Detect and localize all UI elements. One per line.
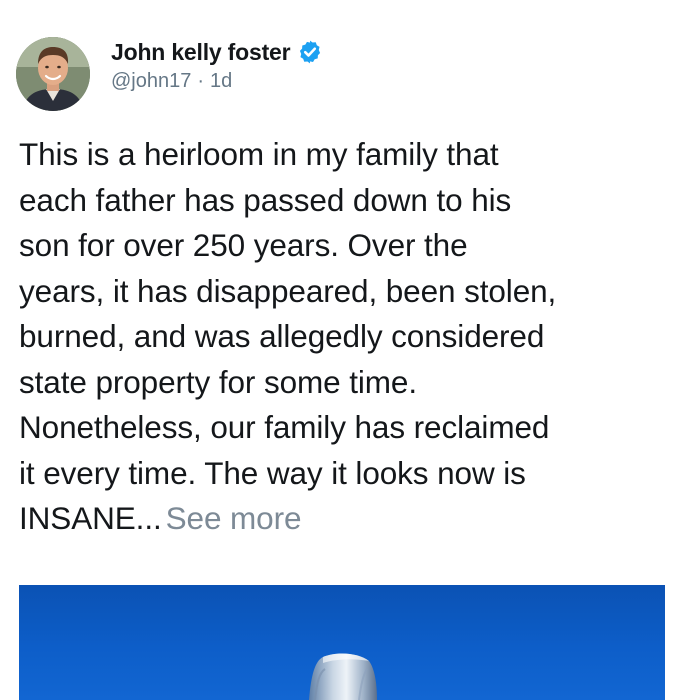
profile-photo-icon xyxy=(16,37,90,111)
tweet-body: This is a heirloom in my family that eac… xyxy=(19,132,694,542)
avatar[interactable] xyxy=(16,37,90,111)
author-handle[interactable]: @john17 xyxy=(111,70,191,93)
meta-separator: · xyxy=(197,70,205,92)
tweet-card[interactable]: John kelly foster @john17 · 1d This is a… xyxy=(0,0,700,700)
tweet-text-line: INSANE... xyxy=(19,500,162,536)
tweet-text-line: each father has passed down to his xyxy=(19,181,512,218)
photo-media-icon xyxy=(309,653,377,700)
author-display-name[interactable]: John kelly foster xyxy=(111,39,291,66)
tweet-text-line: Nonetheless, our family has reclaimed xyxy=(19,409,550,445)
verified-badge-icon xyxy=(297,39,323,65)
tweet-text-line: This is a heirloom in my family that xyxy=(19,136,499,172)
tweet-media-image[interactable] xyxy=(19,585,665,700)
tweet-text-line: it every time. The way it looks now is xyxy=(19,454,526,491)
see-more-link[interactable]: See more xyxy=(166,500,302,536)
tweet-text-line: years, it has disappeared, been stolen, xyxy=(19,272,557,309)
tweet-text-line: state property for some time. xyxy=(19,363,418,400)
tweet-header: John kelly foster @john17 · 1d xyxy=(111,37,323,93)
tweet-meta: @john17 · 1d xyxy=(111,70,323,93)
tweet-text-line: burned, and was allegedly considered xyxy=(19,318,545,354)
name-row: John kelly foster xyxy=(111,37,323,67)
tweet-timestamp[interactable]: 1d xyxy=(210,70,232,93)
tweet-text-line: son for over 250 years. Over the xyxy=(19,227,468,263)
tweet-text-last-line: INSANE... See more xyxy=(19,496,694,542)
